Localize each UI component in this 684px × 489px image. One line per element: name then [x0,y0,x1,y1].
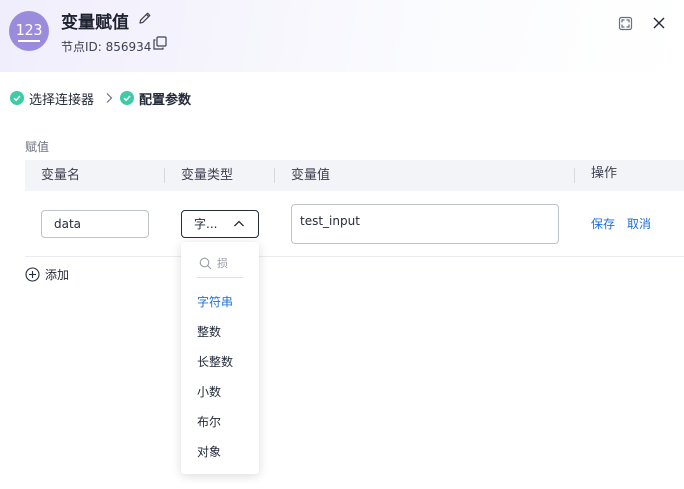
plus-circle-icon [25,267,40,282]
chevron-up-icon [234,220,244,227]
variable-type-select[interactable]: 字... [181,210,259,238]
column-header-type: 变量类型 [181,168,234,183]
step-select-connector[interactable]: 选择连接器 [29,89,94,108]
avatar-underline [18,39,40,42]
dropdown-option-string[interactable]: 字符串 [197,293,233,310]
section-label: 赋值 [25,140,50,154]
column-divider [574,168,575,183]
variable-type-value: 字... [194,217,218,231]
variable-name-input[interactable]: data [41,210,149,238]
dropdown-option-long[interactable]: 长整数 [197,353,233,370]
dropdown-option-object[interactable]: 对象 [197,443,221,460]
panel-header: 123 变量赋值 节点ID: 856934 [0,0,684,72]
table-header: 变量名 变量类型 变量值 操作 [25,160,684,191]
check-circle-icon [120,91,135,105]
cancel-link[interactable]: 取消 [627,215,651,232]
step-configure-params[interactable]: 配置参数 [139,89,191,108]
column-header-name: 变量名 [41,168,81,183]
column-divider [274,168,275,183]
node-avatar: 123 [9,11,49,51]
step-breadcrumb: 选择连接器 配置参数 [10,88,191,108]
dropdown-search-placeholder: 损 [217,257,228,270]
add-label: 添加 [45,268,70,282]
dropdown-option-boolean[interactable]: 布尔 [197,413,221,430]
chevron-right-icon [106,93,113,103]
column-header-actions: 操作 [591,166,618,181]
dropdown-option-integer[interactable]: 整数 [197,323,221,340]
add-button[interactable]: 添加 [25,266,69,283]
pencil-edit-icon[interactable] [138,11,152,25]
fullscreen-icon[interactable] [618,16,633,31]
copy-icon[interactable] [153,36,167,50]
check-circle-icon [10,91,24,105]
column-divider [164,168,165,183]
page-title: 变量赋值 [61,13,129,33]
node-id: 节点ID: 856934 [61,40,152,54]
dropdown-option-decimal[interactable]: 小数 [197,383,221,400]
type-dropdown-menu: 损 字符串 整数 长整数 小数 布尔 对象 [181,242,259,474]
save-link[interactable]: 保存 [591,215,615,232]
close-icon[interactable] [652,16,666,30]
search-icon [199,257,212,270]
avatar-text: 123 [15,20,43,39]
variable-value-input[interactable]: test_input [291,204,559,244]
dropdown-search-input[interactable]: 损 [197,254,243,278]
column-header-value: 变量值 [291,168,331,183]
